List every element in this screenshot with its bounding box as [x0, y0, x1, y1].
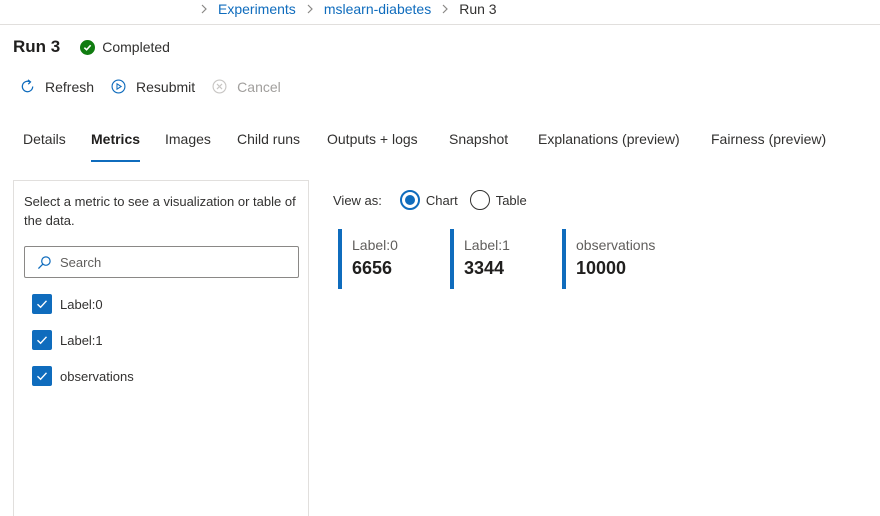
cancel-circle-icon [212, 79, 227, 94]
metric-checkbox-label: Label:1 [60, 332, 103, 348]
metric-checkbox-label: Label:0 [60, 296, 103, 312]
refresh-icon [21, 79, 34, 93]
cancel-label: Cancel [237, 78, 281, 95]
tab-outputs-logs[interactable]: Outputs + logs [327, 131, 418, 163]
checkbox-checked-icon[interactable] [32, 330, 52, 350]
page-title: Run 3 [13, 37, 61, 56]
cancel-button[interactable]: Cancel [211, 78, 281, 95]
breadcrumb-current: Run 3 [459, 1, 497, 17]
chevron-right-icon [441, 4, 449, 14]
radio-table[interactable]: Table [469, 190, 527, 210]
metric-checkbox-item[interactable]: Label:1 [32, 330, 103, 350]
command-bar: Refresh Resubmit Cancel [19, 78, 297, 95]
search-icon [37, 255, 51, 269]
metric-card-value: 3344 [464, 258, 505, 278]
metric-card-value: 10000 [576, 258, 627, 278]
metric-card-label: observations [576, 237, 656, 253]
search-placeholder: Search [60, 254, 102, 270]
refresh-label: Refresh [45, 78, 95, 95]
tab-fairness[interactable]: Fairness (preview) [711, 131, 826, 163]
header-divider [0, 24, 880, 25]
breadcrumb-experiment-link[interactable]: mslearn-diabetes [324, 1, 431, 17]
radio-table-label: Table [495, 192, 527, 208]
view-as-label: View as: [333, 192, 382, 208]
tab-details[interactable]: Details [23, 131, 66, 163]
play-circle-icon [111, 79, 126, 94]
tab-explanations[interactable]: Explanations (preview) [538, 131, 680, 163]
tab-snapshot[interactable]: Snapshot [449, 131, 508, 163]
metric-card: Label:1 3344 [450, 229, 510, 289]
metrics-selector-panel: Select a metric to see a visualization o… [13, 180, 309, 516]
metric-card: observations 10000 [562, 229, 655, 289]
chevron-right-icon [306, 4, 314, 14]
view-as-group: View as: Chart Table [333, 190, 539, 210]
radio-chart[interactable]: Chart [399, 190, 458, 210]
radio-selected-icon[interactable] [399, 190, 420, 210]
metric-checkbox-item[interactable]: Label:0 [32, 294, 103, 314]
status-badge: Completed [80, 39, 170, 55]
resubmit-label: Resubmit [136, 78, 196, 95]
metric-card-label: Label:0 [352, 237, 398, 253]
metric-checkbox-item[interactable]: observations [32, 366, 134, 386]
metric-checkbox-label: observations [60, 368, 134, 384]
tab-metrics[interactable]: Metrics [91, 131, 141, 163]
tab-bar: Details Metrics Images Child runs Output… [0, 131, 880, 165]
chevron-right-icon [200, 4, 208, 14]
breadcrumb-experiments-link[interactable]: Experiments [218, 1, 296, 17]
radio-chart-label: Chart [425, 192, 458, 208]
metric-card-label: Label:1 [464, 237, 510, 253]
tab-child-runs[interactable]: Child runs [237, 131, 300, 163]
tab-images[interactable]: Images [165, 131, 211, 163]
refresh-button[interactable]: Refresh [19, 78, 94, 95]
radio-unselected-icon[interactable] [469, 190, 490, 210]
check-circle-icon [80, 39, 96, 55]
status-text: Completed [102, 39, 170, 55]
metric-card-value: 6656 [352, 258, 393, 278]
checkbox-checked-icon[interactable] [32, 294, 52, 314]
breadcrumb: Experiments mslearn-diabetes Run 3 [190, 0, 497, 18]
metric-search-input[interactable]: Search [24, 246, 299, 278]
resubmit-button[interactable]: Resubmit [110, 78, 195, 95]
title-row: Run 3 Completed [13, 37, 170, 57]
metric-card: Label:0 6656 [338, 229, 398, 289]
checkbox-checked-icon[interactable] [32, 366, 52, 386]
panel-description: Select a metric to see a visualization o… [24, 194, 296, 228]
